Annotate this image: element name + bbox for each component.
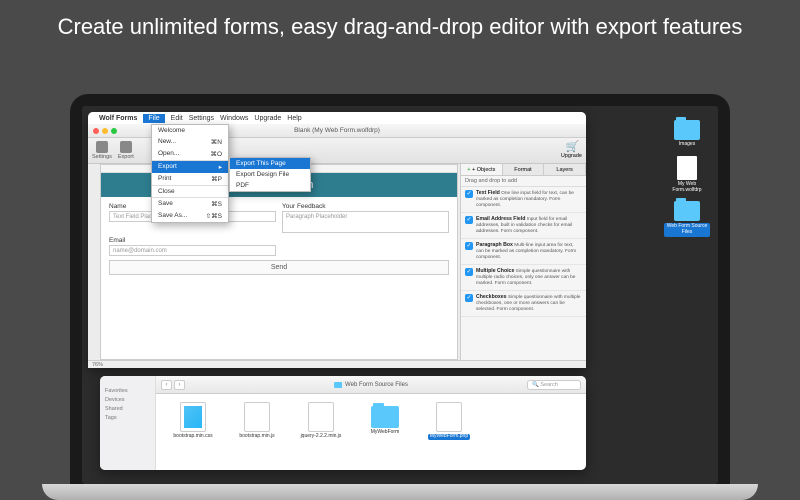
- checkbox-icon: ✓: [465, 268, 473, 276]
- file-icon: [436, 402, 462, 432]
- menu-edit[interactable]: Edit: [171, 115, 183, 122]
- folder-icon: [674, 201, 700, 221]
- file-name: bootstrap.min.css: [173, 434, 212, 440]
- file-icon: [677, 156, 697, 180]
- tab-layers[interactable]: Layers: [544, 164, 586, 175]
- desktop-icon[interactable]: Images: [674, 120, 700, 148]
- status-bar: 76%: [88, 360, 586, 368]
- file-icon: [180, 402, 206, 432]
- desktop-icon[interactable]: Web Form Source Files: [664, 201, 710, 237]
- desktop-icon[interactable]: My Web Form.wolfdrp: [664, 156, 710, 194]
- icon-label: My Web Form.wolfdrp: [664, 182, 710, 194]
- component-item[interactable]: ✓Email Address Field Input field for ema…: [461, 213, 586, 239]
- feedback-label: Your Feedback: [282, 203, 449, 210]
- folder-icon: [371, 406, 399, 428]
- menu-settings[interactable]: Settings: [189, 115, 214, 122]
- finder-window: Favorites Devices Shared Tags ‹ › Web Form …: [100, 376, 586, 470]
- folder-icon: [674, 120, 700, 140]
- file-icon: [244, 402, 270, 432]
- tab-format[interactable]: Format: [503, 164, 545, 175]
- checkbox-icon: ✓: [465, 216, 473, 224]
- menu-upgrade[interactable]: Upgrade: [254, 115, 281, 122]
- menu-windows[interactable]: Windows: [220, 115, 248, 122]
- file-menu-dropdown: Welcome New...⌘N Open...⌘O Export▸ Print…: [151, 124, 229, 223]
- file-item[interactable]: MyWebForm.php: [424, 402, 474, 440]
- file-item[interactable]: MyWebForm: [360, 402, 410, 436]
- laptop-mockup: Wolf Forms File Edit Settings Windows Up…: [70, 94, 730, 500]
- send-button[interactable]: Send: [109, 260, 449, 275]
- menu-item-save[interactable]: Save⌘S: [152, 197, 228, 210]
- finder-sidebar: Favorites Devices Shared Tags: [100, 376, 156, 470]
- menu-file[interactable]: File: [143, 114, 164, 123]
- menubar: Wolf Forms File Edit Settings Windows Up…: [88, 112, 586, 124]
- window-title: Blank (My Web Form.wolfdrp): [294, 127, 380, 134]
- close-button[interactable]: [93, 128, 99, 134]
- zoom-button[interactable]: [111, 128, 117, 134]
- forward-button[interactable]: ›: [174, 380, 185, 390]
- export-submenu: Export This Page Export Design File PDF: [229, 157, 311, 192]
- icon-label: Images: [679, 142, 695, 148]
- laptop-base: [42, 484, 758, 500]
- menu-help[interactable]: Help: [287, 115, 301, 122]
- checkbox-icon: ✓: [465, 294, 473, 302]
- finder-files: bootstrap.min.css bootstrap.min.js jquery-…: [156, 394, 586, 470]
- menu-item-save-as[interactable]: Save As...⇧⌘S: [152, 210, 228, 222]
- file-name: MyWebForm.php: [428, 434, 470, 440]
- sidebar-section[interactable]: Favorites: [105, 388, 150, 394]
- inspector-heading: Drag and drop to add: [461, 176, 586, 187]
- sidebar-section[interactable]: Devices: [105, 397, 150, 403]
- folder-icon: [334, 382, 342, 388]
- export-icon: [120, 141, 132, 153]
- export-button[interactable]: Export: [118, 141, 134, 160]
- component-item[interactable]: ✓Paragraph Box Multi-line input area for…: [461, 239, 586, 265]
- app-window: Wolf Forms File Edit Settings Windows Up…: [88, 112, 586, 368]
- finder-toolbar: ‹ › Web Form Source Files 🔍 Search: [156, 376, 586, 394]
- settings-button[interactable]: Settings: [92, 141, 112, 160]
- upgrade-button[interactable]: 🛒Upgrade: [561, 142, 582, 159]
- submenu-export-page[interactable]: Export This Page: [230, 158, 310, 169]
- tab-objects[interactable]: + + Objects: [461, 164, 503, 175]
- gear-icon: [96, 141, 108, 153]
- file-name: MyWebForm: [371, 430, 400, 436]
- menu-item-export[interactable]: Export▸: [152, 160, 228, 173]
- sidebar-section[interactable]: Shared: [105, 406, 150, 412]
- submenu-export-design[interactable]: Export Design File: [230, 169, 310, 180]
- finder-search[interactable]: 🔍 Search: [527, 380, 581, 390]
- menu-item-new[interactable]: New...⌘N: [152, 136, 228, 148]
- back-button[interactable]: ‹: [161, 380, 172, 390]
- checkbox-icon: ✓: [465, 190, 473, 198]
- file-item[interactable]: jquery-2.2.2.min.js: [296, 402, 346, 440]
- promo-tagline: Create unlimited forms, easy drag-and-dr…: [0, 0, 800, 50]
- email-label: Email: [109, 237, 276, 244]
- component-item[interactable]: ✓Text Field One line input field for tex…: [461, 187, 586, 213]
- email-input[interactable]: name@domain.com: [109, 245, 276, 256]
- finder-title: Web Form Source Files: [334, 382, 408, 388]
- menu-item-open[interactable]: Open...⌘O: [152, 148, 228, 160]
- sidebar-section[interactable]: Tags: [105, 415, 150, 421]
- component-item[interactable]: ✓Checkboxes Simple questionnaire with mu…: [461, 291, 586, 317]
- desktop-icons: Images My Web Form.wolfdrp Web Form Source…: [664, 120, 710, 237]
- file-name: jquery-2.2.2.min.js: [301, 434, 342, 440]
- file-name: bootstrap.min.js: [239, 434, 274, 440]
- component-item[interactable]: ✓Multiple Choice Simple questionnaire wi…: [461, 265, 586, 291]
- minimize-button[interactable]: [102, 128, 108, 134]
- menu-item-print[interactable]: Print⌘P: [152, 173, 228, 185]
- file-item[interactable]: bootstrap.min.css: [168, 402, 218, 440]
- inspector-panel: + + Objects Format Layers Drag and drop …: [460, 164, 586, 360]
- feedback-input[interactable]: Paragraph Placeholder: [282, 211, 449, 233]
- checkbox-icon: ✓: [465, 242, 473, 250]
- app-name[interactable]: Wolf Forms: [99, 115, 137, 122]
- icon-label: Web Form Source Files: [664, 223, 710, 237]
- file-icon: [308, 402, 334, 432]
- menu-item-close[interactable]: Close: [152, 185, 228, 197]
- submenu-pdf[interactable]: PDF: [230, 180, 310, 191]
- cart-icon: 🛒: [565, 142, 577, 152]
- file-item[interactable]: bootstrap.min.js: [232, 402, 282, 440]
- menu-item-welcome[interactable]: Welcome: [152, 125, 228, 136]
